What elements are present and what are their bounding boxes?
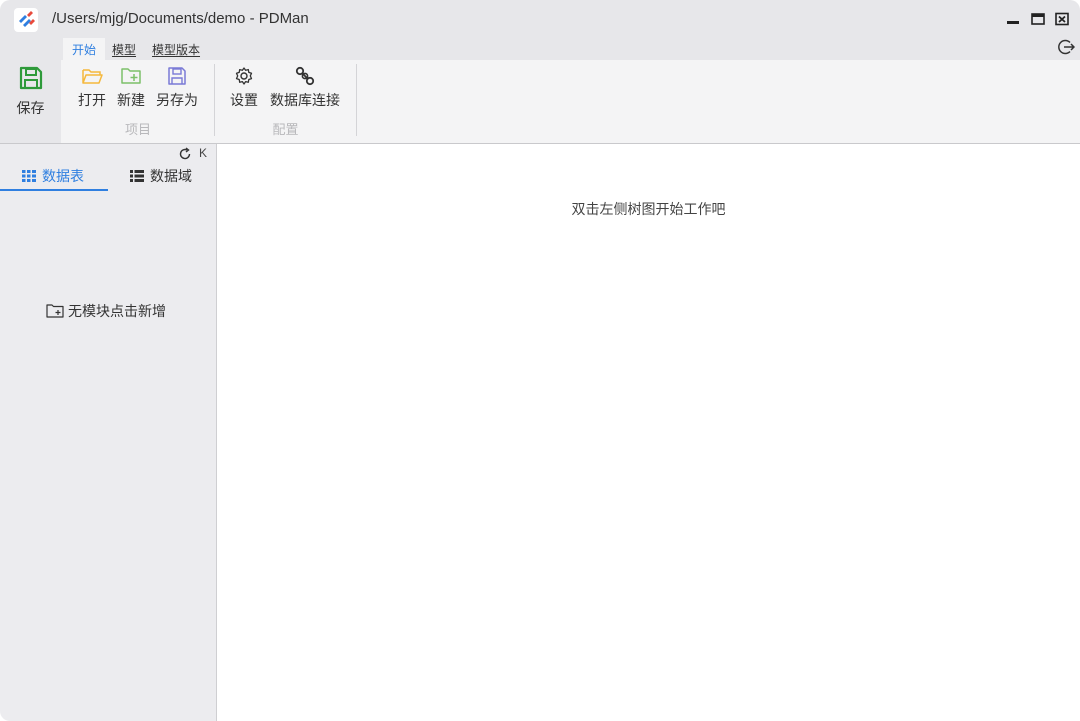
link-icon <box>295 66 315 86</box>
maximize-icon[interactable] <box>1030 11 1046 27</box>
save-as-icon <box>168 67 186 85</box>
add-module-hint-label: 无模块点击新增 <box>68 303 166 319</box>
db-connection-label: 数据库连接 <box>270 92 340 108</box>
folder-add-icon <box>46 304 64 318</box>
pdman-logo-icon <box>14 8 38 32</box>
folder-add-icon <box>121 68 141 84</box>
tab-model-label: 模型 <box>112 43 137 57</box>
new-label: 新建 <box>117 92 145 108</box>
active-tab-indicator <box>0 189 108 191</box>
grid-icon <box>22 170 36 182</box>
menu-bar: 开始 模型 模型版本 <box>0 38 1080 60</box>
collapse-button[interactable]: K <box>199 146 207 160</box>
save-as-button[interactable]: 另存为 <box>154 66 200 114</box>
save-icon <box>19 66 43 90</box>
tab-start-label: 开始 <box>72 43 97 57</box>
logout-icon[interactable] <box>1057 38 1075 56</box>
ribbon-toolbar: 保存 打开 新建 另存为 项目 设置 数据库连接 配置 <box>0 38 1080 144</box>
minimize-icon[interactable] <box>1005 11 1021 27</box>
save-label: 保存 <box>16 100 45 116</box>
db-connection-button[interactable]: 数据库连接 <box>267 66 343 114</box>
project-group-label: 项目 <box>124 122 151 137</box>
tab-data-domains-label: 数据域 <box>150 168 192 184</box>
list-icon <box>130 170 144 182</box>
settings-button[interactable]: 设置 <box>228 66 260 114</box>
refresh-icon[interactable] <box>178 147 192 161</box>
ribbon-divider <box>356 64 357 136</box>
tab-start[interactable]: 开始 <box>63 38 106 60</box>
tab-model-version-label: 模型版本 <box>152 43 201 57</box>
close-icon[interactable] <box>1054 11 1070 27</box>
app-window: /Users/mjg/Documents/demo - PDMan 开始 模型 … <box>0 0 1080 721</box>
window-title: /Users/mjg/Documents/demo - PDMan <box>52 10 309 27</box>
save-as-label: 另存为 <box>156 92 198 108</box>
tab-model[interactable]: 模型 <box>103 38 145 60</box>
workspace-hint: 双击左侧树图开始工作吧 <box>571 201 726 217</box>
main-workspace: 双击左侧树图开始工作吧 <box>217 144 1080 721</box>
settings-label: 设置 <box>230 92 258 108</box>
tab-data-domains[interactable]: 数据域 <box>130 166 192 190</box>
new-button[interactable]: 新建 <box>115 66 147 114</box>
config-group-label: 配置 <box>272 122 299 137</box>
tab-data-tables[interactable]: 数据表 <box>22 166 84 190</box>
add-module-hint[interactable]: 无模块点击新增 <box>46 301 166 321</box>
left-panel: K 数据表 数据域 无模块点击新增 <box>0 144 217 721</box>
tab-model-version[interactable]: 模型版本 <box>143 38 209 60</box>
open-label: 打开 <box>78 92 106 108</box>
title-bar: /Users/mjg/Documents/demo - PDMan <box>0 0 1080 38</box>
save-button[interactable]: 保存 <box>0 38 61 143</box>
folder-open-icon <box>82 69 103 84</box>
open-button[interactable]: 打开 <box>76 66 108 114</box>
gear-icon <box>235 67 253 85</box>
tab-data-tables-label: 数据表 <box>42 168 84 184</box>
